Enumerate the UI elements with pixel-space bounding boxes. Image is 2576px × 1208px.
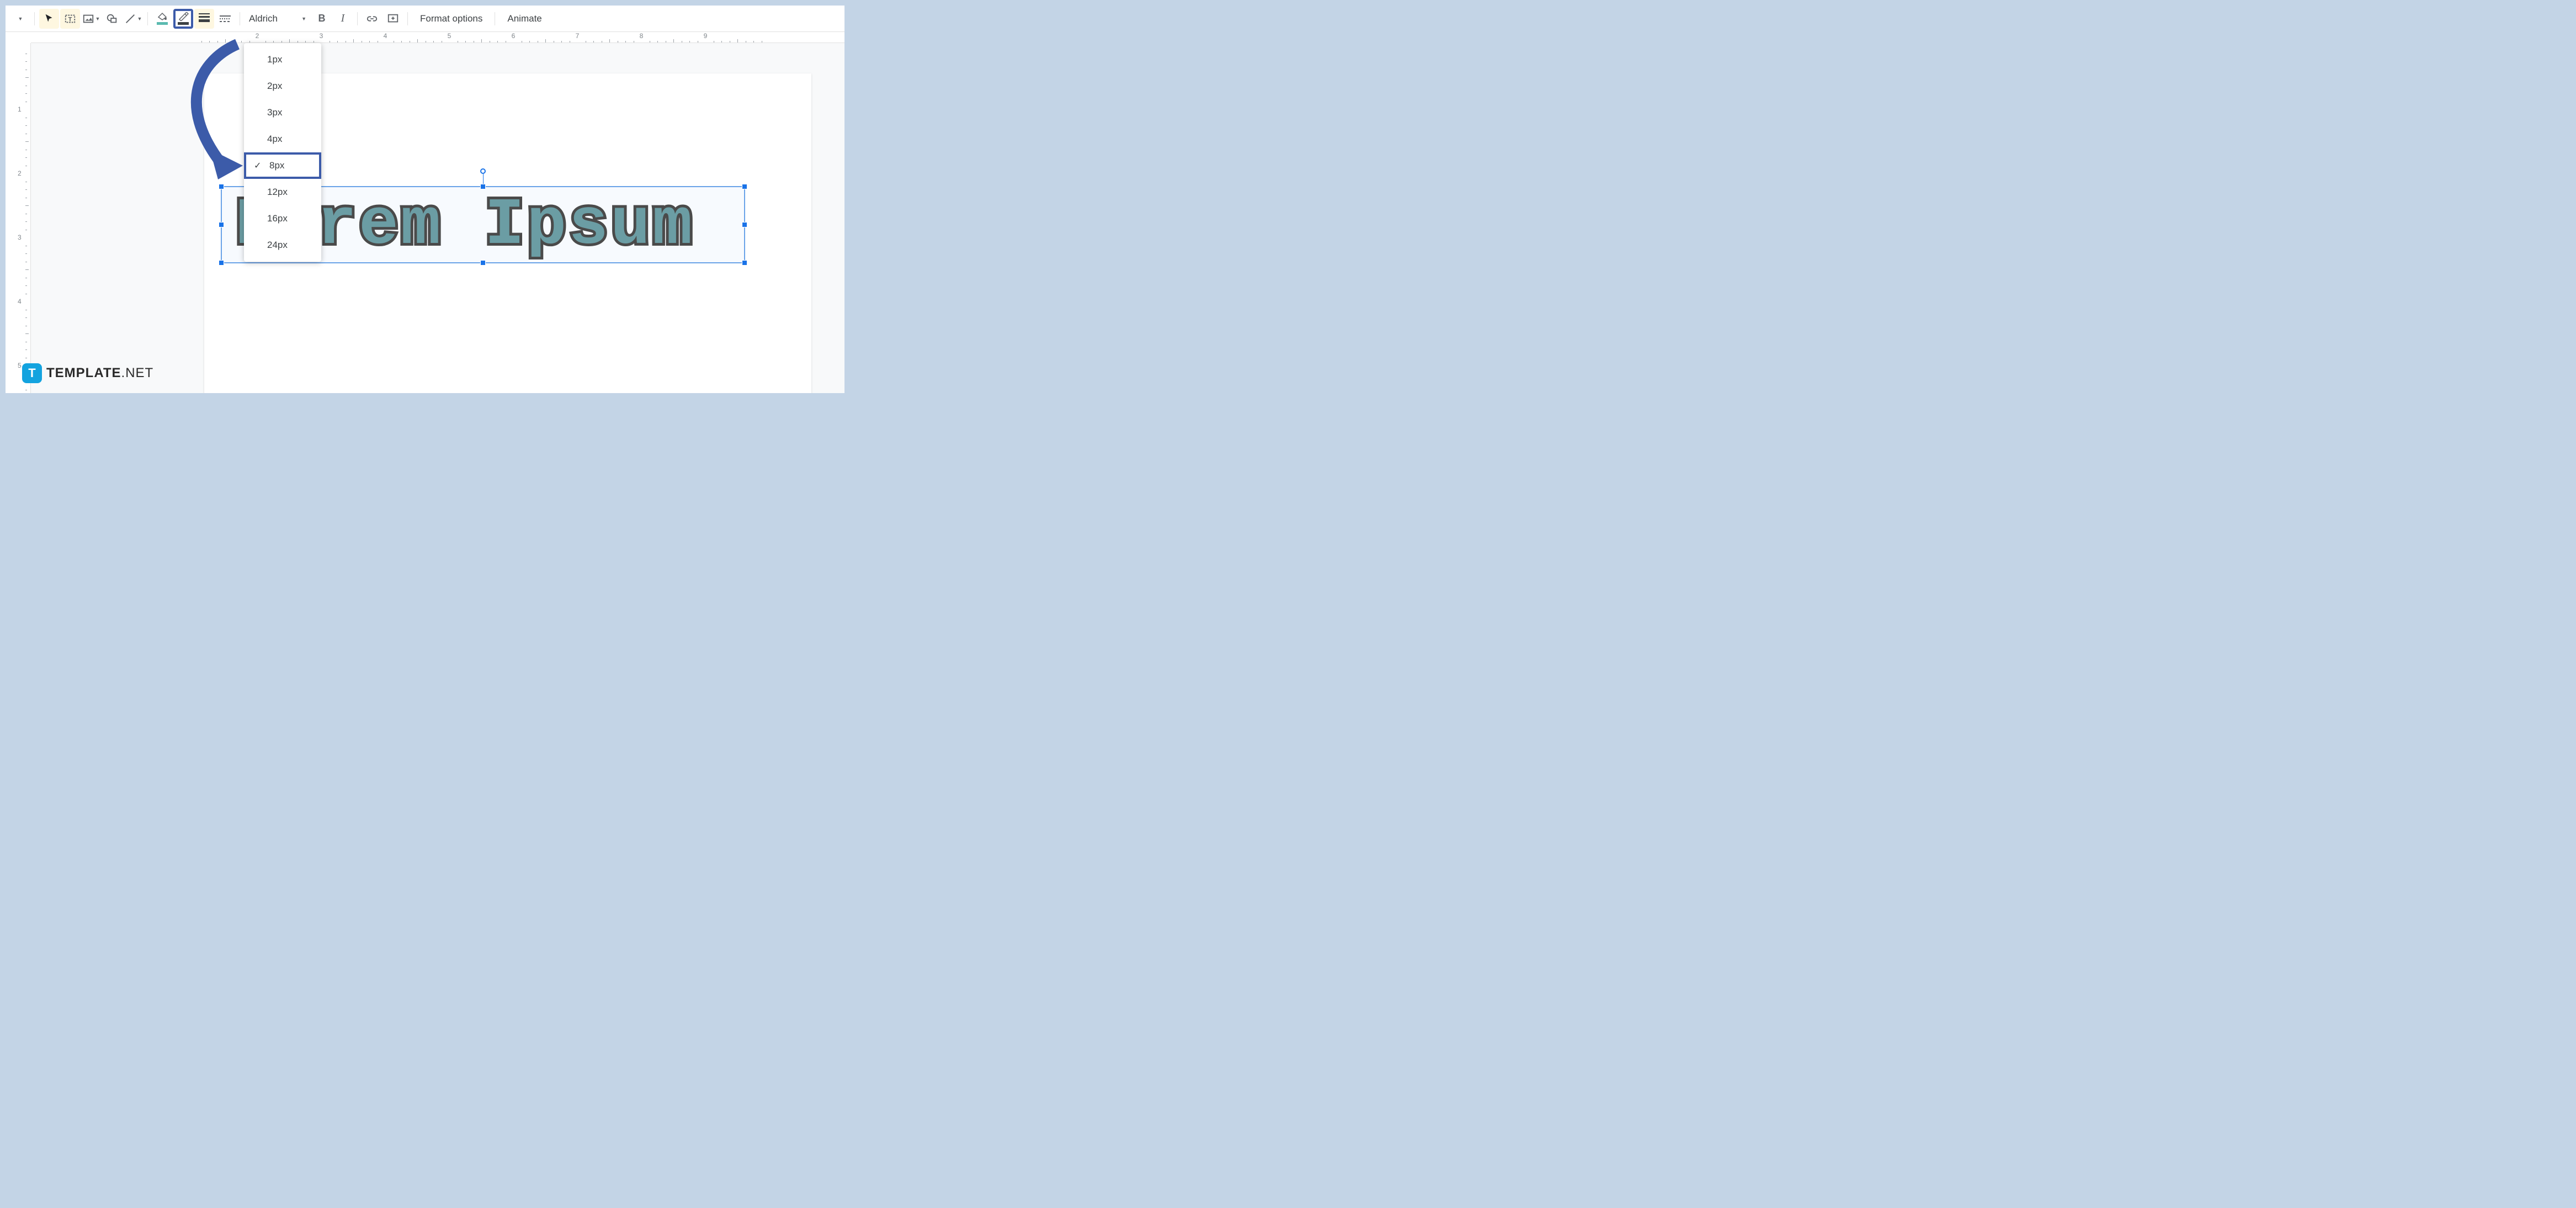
fill-icon [157,12,168,25]
ruler-number: 4 [18,298,22,305]
shape-icon [106,13,118,25]
separator [407,12,408,25]
border-weight-option[interactable]: 3px [244,99,321,126]
textbox-tool[interactable]: T [60,9,80,29]
line-tool[interactable]: ▼ [123,9,143,29]
resize-handle-tl[interactable] [219,184,224,189]
italic-icon: I [341,12,345,25]
resize-handle-br[interactable] [742,260,747,266]
select-tool[interactable] [39,9,59,29]
watermark-icon: T [22,363,42,383]
ruler-number: 7 [576,32,580,40]
border-dash-icon [220,15,231,22]
ruler-vertical[interactable]: 1 2 3 4 5 [6,43,31,393]
border-dash-tool[interactable] [215,9,235,29]
comment-icon [387,13,399,25]
separator [34,12,35,25]
border-weight-label: 3px [267,107,282,118]
pencil-icon [178,12,189,25]
ruler-number: 5 [448,32,452,40]
ruler-number: 1 [18,105,22,113]
border-weight-menu: 1px 2px 3px 4px ✓ 8px 12px 16px 24px [244,43,321,262]
format-options-label: Format options [420,13,482,24]
resize-handle-bl[interactable] [219,260,224,266]
border-weight-label: 16px [267,213,288,224]
ruler-number: 3 [18,234,22,241]
watermark-text: TEMPLATE.NET [46,365,153,381]
border-color-tool[interactable] [173,9,193,29]
border-weight-option[interactable]: 4px [244,126,321,152]
resize-handle-tr[interactable] [742,184,747,189]
ruler-number: 6 [512,32,516,40]
border-weight-option[interactable]: 12px [244,179,321,205]
ruler-horizontal[interactable]: 2 3 4 5 6 7 8 9 [31,32,844,43]
border-weight-option[interactable]: 1px [244,46,321,73]
ruler-number: 5 [18,362,22,369]
bold-button[interactable]: B [312,9,332,29]
chevron-down-icon: ▼ [137,16,142,22]
separator [147,12,148,25]
image-tool[interactable]: ▼ [81,9,101,29]
canvas-area[interactable]: 12345 Lorem Ipsum [6,43,844,393]
animate-button[interactable]: Animate [500,9,549,29]
format-options-button[interactable]: Format options [412,9,490,29]
border-weight-option[interactable]: 16px [244,205,321,232]
ruler-number: 3 [320,32,323,40]
border-weight-tool[interactable] [194,9,214,29]
check-icon: ✓ [254,160,261,171]
font-name-label: Aldrich [249,13,278,24]
italic-button[interactable]: I [333,9,353,29]
cursor-icon [43,13,55,25]
ruler-number: 2 [256,32,259,40]
chevron-down-icon: ▼ [18,16,23,22]
resize-handle-ml[interactable] [219,222,224,227]
app-frame: ▼ T ▼ ▼ [6,6,844,393]
line-icon [124,13,136,25]
watermark: T TEMPLATE.NET [22,363,153,383]
bold-icon: B [318,13,326,24]
more-left-button[interactable]: ▼ [10,9,30,29]
insert-comment-button[interactable] [383,9,403,29]
chevron-down-icon: ▼ [301,16,306,22]
watermark-icon-letter: T [28,366,35,380]
separator [357,12,358,25]
toolbar: ▼ T ▼ ▼ [6,6,844,32]
border-weight-label: 4px [267,134,282,145]
svg-text:T: T [68,16,72,23]
ruler-number: 4 [384,32,387,40]
ruler-number: 8 [640,32,644,40]
border-weight-label: 24px [267,240,288,251]
border-weight-option[interactable]: ✓ 8px [244,152,321,179]
chevron-down-icon: ▼ [95,16,100,22]
image-icon [82,13,94,25]
animate-label: Animate [507,13,541,24]
resize-handle-mr[interactable] [742,222,747,227]
link-icon [366,13,378,25]
insert-link-button[interactable] [362,9,382,29]
shape-tool[interactable] [102,9,122,29]
ruler-number: 2 [18,169,22,177]
border-weight-option[interactable]: 24px [244,232,321,258]
fill-color-tool[interactable] [152,9,172,29]
border-weight-label: 12px [267,187,288,198]
font-select[interactable]: Aldrich ▼ [245,9,311,29]
rotate-handle[interactable] [480,168,486,174]
textbox-icon: T [64,13,76,25]
border-weight-label: 8px [269,160,284,171]
ruler-number: 9 [704,32,708,40]
border-weight-label: 2px [267,81,282,92]
border-weight-icon [199,13,210,24]
border-weight-label: 1px [267,54,282,65]
border-weight-option[interactable]: 2px [244,73,321,99]
